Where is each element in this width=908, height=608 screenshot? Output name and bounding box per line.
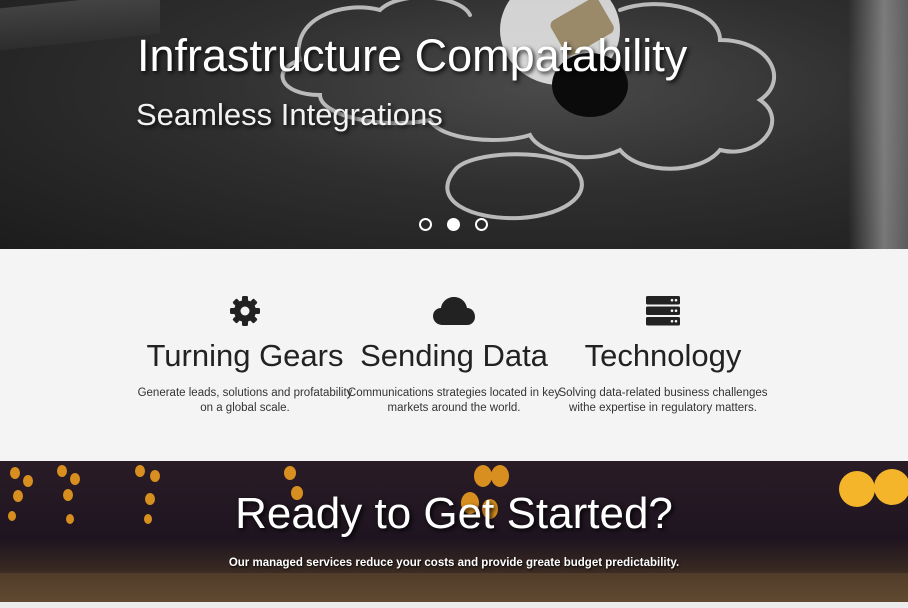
- feature-title: Sending Data: [360, 338, 548, 373]
- hero-background-frame-right: [848, 0, 908, 249]
- page-bottom-divider: [0, 602, 908, 608]
- carousel-dot-1[interactable]: [419, 218, 432, 231]
- server-icon: [553, 294, 773, 328]
- features-section: Turning Gears Generate leads, solutions …: [0, 249, 908, 461]
- cloud-icon: [344, 294, 564, 328]
- feature-turning-gears: Turning Gears Generate leads, solutions …: [135, 294, 355, 416]
- feature-text: Communications strategies located in key…: [347, 387, 561, 414]
- cta-text: Our managed services reduce your costs a…: [228, 557, 680, 569]
- gear-icon: [135, 294, 355, 328]
- carousel-dot-2[interactable]: [447, 218, 460, 231]
- feature-technology: Technology Solving data-related business…: [553, 294, 773, 416]
- feature-text: Solving data-related business challenges…: [558, 387, 768, 414]
- feature-title: Technology: [584, 338, 742, 373]
- carousel-dot-3[interactable]: [475, 218, 488, 231]
- hero-subtitle: Seamless Integrations: [136, 97, 443, 132]
- cta-title: Ready to Get Started?: [235, 489, 673, 538]
- feature-text: Generate leads, solutions and profatabil…: [137, 387, 353, 414]
- feature-sending-data: Sending Data Communications strategies l…: [344, 294, 564, 416]
- feature-title: Turning Gears: [146, 338, 344, 373]
- hero-carousel: Infrastructure Compatability Seamless In…: [0, 0, 908, 249]
- cta-section: Ready to Get Started? Our managed servic…: [0, 461, 908, 602]
- hero-title: Infrastructure Compatability: [137, 30, 688, 81]
- carousel-indicators: [419, 218, 488, 231]
